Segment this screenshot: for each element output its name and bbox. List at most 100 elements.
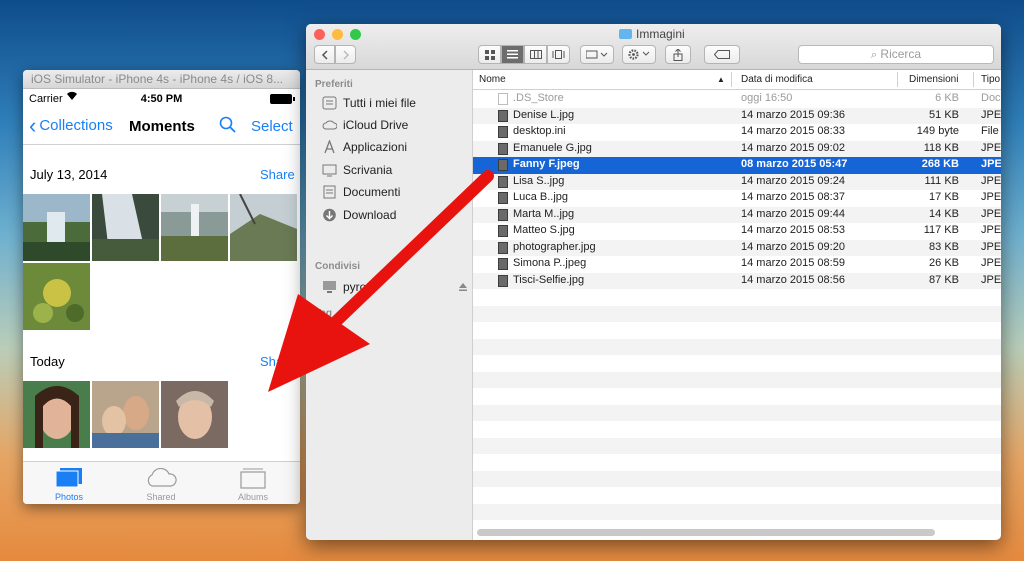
search-input[interactable]: ⌕ Ricerca [798, 45, 994, 64]
file-row[interactable]: Marta M..jpg 14 marzo 2015 09:44 14 KB JPE [473, 206, 1001, 223]
file-icon [498, 241, 508, 254]
sidebar-item-applications[interactable]: Applicazioni [322, 137, 407, 157]
computer-icon [322, 280, 337, 294]
tab-photos[interactable]: Photos [23, 462, 115, 504]
file-size: 149 byte [916, 125, 959, 137]
file-row[interactable]: Luca B..jpg 14 marzo 2015 08:37 17 KB JPE [473, 190, 1001, 207]
back-button[interactable] [314, 45, 335, 64]
arrange-icon [586, 50, 608, 59]
horizontal-scrollbar[interactable] [477, 529, 935, 536]
empty-row [473, 470, 1001, 487]
sidebar-item-documents[interactable]: Documenti [322, 182, 400, 202]
navigation-bar: ‹ Collections Moments Select [23, 109, 300, 145]
file-date: 08 marzo 2015 05:47 [741, 158, 848, 170]
photo-thumbnail[interactable] [230, 194, 297, 261]
column-header-kind[interactable]: Tipo [981, 74, 1000, 85]
file-name: Luca B..jpg [513, 191, 569, 203]
file-size: 26 KB [929, 257, 959, 269]
action-button[interactable] [622, 45, 656, 64]
share-button[interactable] [665, 45, 691, 64]
cloud-icon [322, 118, 338, 132]
sidebar-item-desktop[interactable]: Scrivania [322, 160, 392, 180]
sidebar-item-label: Tutti i miei file [343, 96, 416, 110]
photo-thumbnail[interactable] [92, 381, 159, 448]
file-name: Lisa S..jpg [513, 174, 565, 187]
albums-icon [240, 468, 266, 489]
file-name: .DS_Store [513, 92, 564, 104]
photo-thumbnail[interactable] [23, 194, 90, 261]
file-row[interactable]: Simona P..jpeg 14 marzo 2015 08:59 26 KB JP… [473, 256, 1001, 273]
file-kind: JPE [981, 207, 1001, 220]
share-button[interactable]: Share [260, 354, 295, 369]
file-name: Denise L.jpg [513, 108, 575, 121]
empty-row [473, 503, 1001, 520]
share-button[interactable]: Share [260, 167, 295, 182]
sidebar-item-label: Download [343, 208, 397, 222]
file-name: Tisci-Selfie.jpg [513, 273, 585, 286]
select-button[interactable]: Select [251, 118, 293, 135]
file-row[interactable]: .DS_Store oggi 16:50 6 KB Doc [473, 91, 1001, 108]
file-row[interactable]: Matteo S.jpg 14 marzo 2015 08:53 117 KB JPE [473, 223, 1001, 240]
file-row[interactable]: Emanuele G.jpg 14 marzo 2015 09:02 118 KB J… [473, 140, 1001, 157]
file-name: Emanuele G.jpg [513, 141, 592, 154]
file-date: 14 marzo 2015 09:36 [741, 108, 845, 121]
window-title: Immagini [619, 27, 685, 41]
list-view-button[interactable] [501, 45, 524, 64]
column-header-date[interactable]: Data di modifica [741, 74, 813, 85]
empty-row [473, 437, 1001, 454]
arrange-button[interactable] [580, 45, 614, 64]
file-row[interactable]: Fanny F.jpeg 08 marzo 2015 05:47 268 KB JPE [473, 157, 1001, 174]
sidebar-item-icloud-drive[interactable]: iCloud Drive [322, 115, 408, 135]
tab-albums[interactable]: Albums [207, 462, 299, 504]
sort-ascending-icon: ▲ [717, 75, 725, 84]
sidebar-item-pyros[interactable]: pyros [322, 277, 467, 297]
photo-thumbnail[interactable] [23, 381, 90, 448]
sidebar-item-all-files[interactable]: Tutti i miei file [322, 93, 416, 113]
sidebar-item-label: iCloud Drive [343, 118, 409, 132]
sidebar-item-download[interactable]: Download [322, 205, 396, 225]
file-row[interactable]: photographer.jpg 14 marzo 2015 09:20 83 KB… [473, 239, 1001, 256]
file-size: 51 KB [929, 108, 959, 121]
file-icon [498, 208, 508, 221]
moment-date: July 13, 2014 [30, 167, 108, 182]
finder-toolbar: Immagini ⌕ Ricerca [306, 24, 1001, 70]
simulator-title-bar[interactable]: iOS Simulator - iPhone 4s - iPhone 4s / … [23, 70, 300, 89]
file-size: 14 KB [929, 207, 959, 220]
photo-thumbnail[interactable] [23, 263, 90, 330]
photo-thumbnail[interactable] [161, 194, 228, 261]
file-row[interactable]: Tisci-Selfie.jpg 14 marzo 2015 08:56 87 KB… [473, 272, 1001, 289]
page-title: Moments [129, 118, 195, 135]
eject-icon[interactable] [459, 280, 467, 294]
forward-button[interactable] [335, 45, 356, 64]
status-time: 4:50 PM [140, 93, 183, 105]
share-icon [673, 48, 683, 61]
column-header-size[interactable]: Dimensioni [909, 74, 958, 85]
file-row[interactable]: Denise L.jpg 14 marzo 2015 09:36 51 KB JPE [473, 107, 1001, 124]
file-row[interactable]: Lisa S..jpg 14 marzo 2015 09:24 111 KB JPE [473, 173, 1001, 190]
empty-row [473, 305, 1001, 322]
icon-view-button[interactable] [478, 45, 501, 64]
tag-button[interactable] [704, 45, 740, 64]
cover-flow-button[interactable] [547, 45, 570, 64]
close-button[interactable] [314, 29, 325, 40]
photo-thumbnail[interactable] [161, 381, 228, 448]
file-icon [498, 192, 508, 204]
column-view-button[interactable] [524, 45, 547, 64]
file-date: oggi 16:50 [741, 92, 793, 104]
tab-shared[interactable]: Shared [115, 462, 207, 504]
zoom-button[interactable] [350, 29, 361, 40]
collections-back-button[interactable]: ‹ Collections [29, 114, 113, 136]
photo-thumbnail[interactable] [92, 194, 159, 261]
file-date: 14 marzo 2015 08:56 [741, 273, 845, 286]
search-placeholder: Ricerca [880, 47, 922, 61]
file-row[interactable]: desktop.ini 14 marzo 2015 08:33 149 byte Fi… [473, 124, 1001, 141]
search-icon[interactable] [219, 116, 237, 139]
file-kind: Doc [981, 92, 1001, 104]
file-icon [498, 175, 508, 188]
file-size: 118 KB [923, 141, 959, 154]
tab-label: Albums [237, 492, 268, 502]
file-date: 14 marzo 2015 09:02 [741, 141, 845, 154]
minimize-button[interactable] [332, 29, 343, 40]
column-header-name[interactable]: Nome [479, 74, 506, 85]
favorites-header: Preferiti [315, 79, 353, 90]
